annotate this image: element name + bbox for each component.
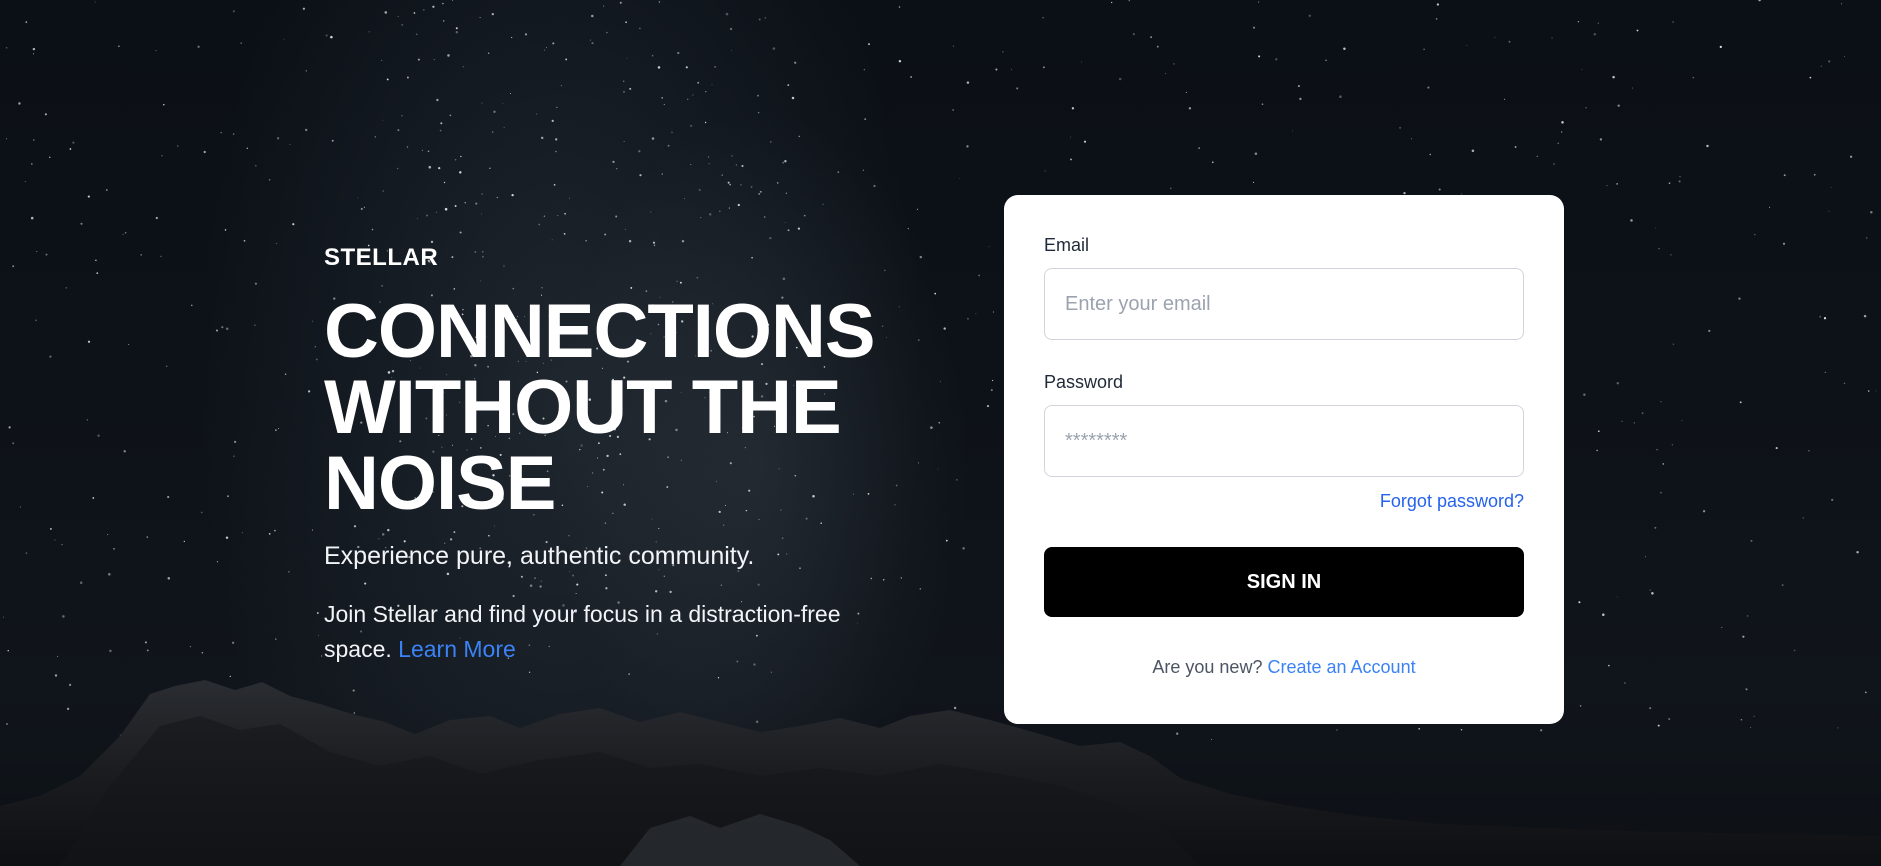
- new-user-prompt-text: Are you new?: [1152, 657, 1263, 677]
- hero-section: STELLAR CONNECTIONS WITHOUT THE NOISE Ex…: [324, 244, 914, 667]
- hero-headline: CONNECTIONS WITHOUT THE NOISE: [324, 289, 876, 526]
- sign-in-button[interactable]: SIGN IN: [1044, 547, 1524, 617]
- signup-prompt: Are you new? Create an Account: [1044, 657, 1524, 678]
- brand-logo-text: STELLAR: [324, 244, 439, 271]
- forgot-password-link[interactable]: Forgot password?: [1380, 491, 1524, 511]
- password-label: Password: [1044, 372, 1124, 392]
- email-input[interactable]: [1044, 268, 1524, 340]
- login-card: Email Password Forgot password? SIGN IN …: [1004, 195, 1564, 724]
- email-label: Email: [1044, 235, 1090, 255]
- forgot-password-row: Forgot password?: [1044, 491, 1524, 515]
- create-account-link[interactable]: Create an Account: [1267, 657, 1415, 677]
- hero-description: Join Stellar and find your focus in a di…: [324, 597, 884, 667]
- password-input[interactable]: [1044, 405, 1524, 477]
- learn-more-link[interactable]: Learn More: [398, 636, 516, 662]
- starfield-background: [3, 0, 1877, 741]
- mountain-silhouette: [0, 680, 1881, 866]
- hero-subtitle: Experience pure, authentic community.: [324, 542, 755, 570]
- login-page: STELLAR CONNECTIONS WITHOUT THE NOISE Ex…: [0, 0, 1881, 866]
